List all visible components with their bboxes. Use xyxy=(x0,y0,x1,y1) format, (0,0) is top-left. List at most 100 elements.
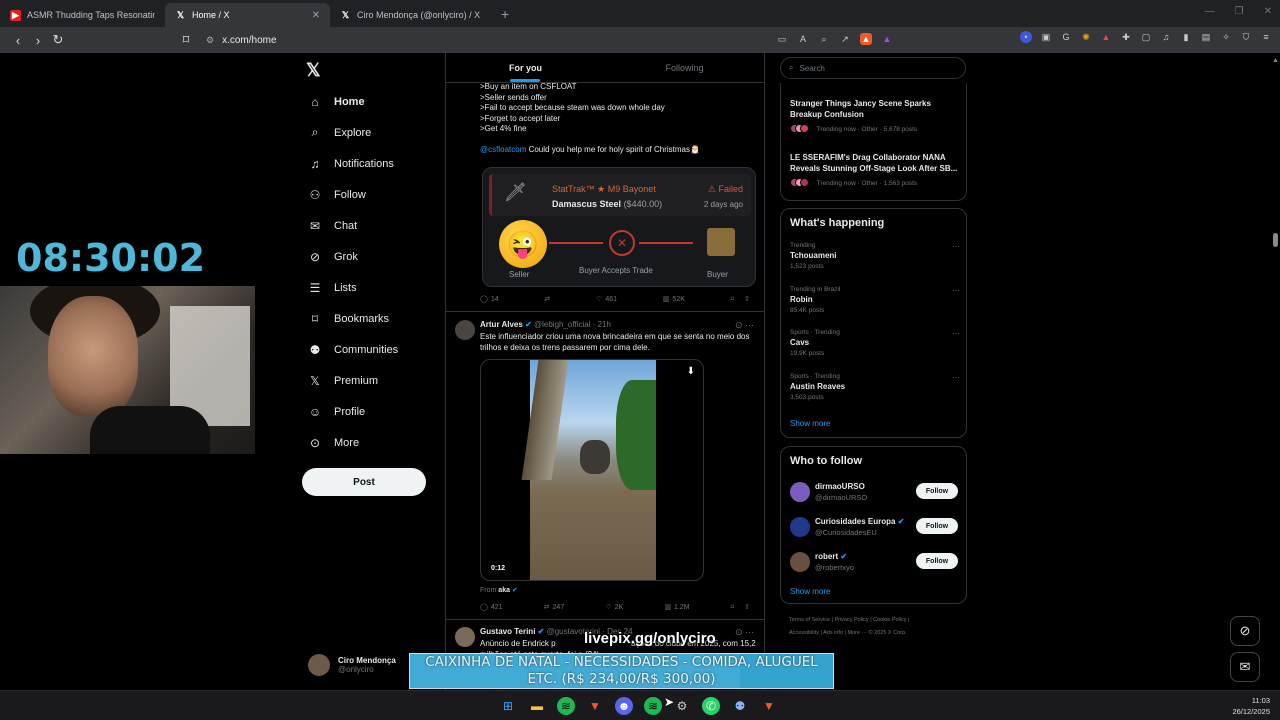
trend-item[interactable]: Sports · Trending Cavs 19.9K posts ··· xyxy=(790,329,960,357)
scrollbar-thumb[interactable] xyxy=(1273,233,1278,247)
more-icon[interactable]: ⊙ ··· xyxy=(735,627,754,638)
sidebar-item-more[interactable]: ⊙ More xyxy=(302,427,442,458)
spotify-icon[interactable]: ≋ xyxy=(557,697,575,715)
footer-line[interactable]: Terms of Service | Privacy Policy | Cook… xyxy=(789,614,969,627)
video-player[interactable]: 0:12 ⬇ xyxy=(480,359,704,581)
avatar[interactable] xyxy=(455,627,475,647)
views-button[interactable]: ▥ 52K xyxy=(663,295,685,304)
sidebar-item-premium[interactable]: 𝕏 Premium xyxy=(302,365,442,396)
brave-shield-icon[interactable]: ▲ xyxy=(860,33,872,45)
puzzle-icon[interactable]: ✚ xyxy=(1120,31,1132,43)
avatar[interactable] xyxy=(455,320,475,340)
discord-icon[interactable]: ☻ xyxy=(615,697,633,715)
more-icon[interactable]: ··· xyxy=(952,329,960,338)
search-input[interactable]: ⌕ Search xyxy=(780,57,966,79)
minimize-icon[interactable]: — xyxy=(1205,6,1215,17)
translate-icon[interactable]: A xyxy=(797,33,809,45)
show-more-link[interactable]: Show more xyxy=(790,419,830,428)
system-clock[interactable]: 11:03 26/12/2025 xyxy=(1232,695,1270,717)
extension-icon[interactable]: ✺ xyxy=(1080,31,1092,43)
reply-button[interactable]: ◯ 421 xyxy=(480,603,503,612)
forward-icon[interactable]: › xyxy=(28,33,48,48)
sidebar-item-grok[interactable]: ⊘ Grok xyxy=(302,241,442,272)
file-explorer-icon[interactable]: ▬ xyxy=(528,697,546,715)
follow-button[interactable]: Follow xyxy=(916,518,958,534)
repost-button[interactable]: ⇄ 247 xyxy=(544,603,565,612)
sidebar-item-notifications[interactable]: ♫ Notifications xyxy=(302,148,442,179)
new-tab-icon[interactable]: + xyxy=(501,6,509,22)
x-logo-icon[interactable]: 𝕏 xyxy=(306,60,321,81)
tab-for-you[interactable]: For you xyxy=(446,53,605,82)
steam-icon[interactable]: ⚉ xyxy=(731,697,749,715)
share-icon[interactable]: ↗ xyxy=(839,33,851,45)
from-name[interactable]: aka xyxy=(498,587,510,594)
spotify-icon[interactable]: ≋ xyxy=(644,697,662,715)
site-info-icon[interactable]: ⚙ xyxy=(206,35,214,46)
more-icon[interactable]: ··· xyxy=(952,242,960,251)
ai-icon[interactable]: ✧ xyxy=(1220,31,1232,43)
extension-icon[interactable]: • xyxy=(1020,31,1032,43)
download-icon[interactable]: ⬇ xyxy=(687,366,695,377)
brave-rewards-icon[interactable]: ▲ xyxy=(881,33,893,45)
sidebar-item-follow[interactable]: ⚇ Follow xyxy=(302,179,442,210)
like-button[interactable]: ♡ 2K xyxy=(605,603,623,612)
grok-fab-icon[interactable]: ⊘ xyxy=(1230,616,1260,646)
zoom-icon[interactable]: ⌕ xyxy=(818,33,830,45)
bookmark-button[interactable]: ⌑ ⇧ xyxy=(731,603,750,611)
sidebar-item-profile[interactable]: ☺ Profile xyxy=(302,396,442,427)
mention-link[interactable]: @csfloatcom xyxy=(480,145,526,154)
bookmark-page-icon[interactable]: ⌑ xyxy=(176,32,196,48)
reply-button[interactable]: ◯ 14 xyxy=(480,295,499,304)
whatsapp-icon[interactable]: ✆ xyxy=(702,697,720,715)
sidebar-icon[interactable]: ▮ xyxy=(1180,31,1192,43)
sidebar-item-home[interactable]: ⌂ Home xyxy=(302,86,442,117)
sidebar-item-chat[interactable]: ✉ Chat xyxy=(302,210,442,241)
page-scrollbar[interactable]: ▲ ▼ xyxy=(1270,53,1280,703)
vpn-icon[interactable]: ⛉ xyxy=(1240,31,1252,43)
music-icon[interactable]: ♫ xyxy=(1160,31,1172,43)
messages-fab-icon[interactable]: ✉ xyxy=(1230,652,1260,682)
sidebar-item-explore[interactable]: ⌕ Explore xyxy=(302,117,442,148)
tab-following[interactable]: Following xyxy=(605,53,764,82)
windows-start-icon[interactable]: ⊞ xyxy=(499,697,517,715)
brave-icon[interactable]: ▼ xyxy=(760,697,778,715)
browser-tab-home[interactable]: 𝕏 Home / X ✕ xyxy=(165,3,330,27)
extension-icon[interactable]: ▢ xyxy=(1140,31,1152,43)
extension-icon[interactable]: ▲ xyxy=(1100,31,1112,43)
sidebar-item-communities[interactable]: ⚉ Communities xyxy=(302,334,442,365)
show-more-link[interactable]: Show more xyxy=(790,587,830,596)
share-icon[interactable]: ⇧ xyxy=(744,295,750,303)
back-icon[interactable]: ‹ xyxy=(8,33,28,48)
follow-suggestion[interactable]: Curiosidades Europa ✔ @CuriosidadesEU Fo… xyxy=(790,514,958,542)
trend-item[interactable]: Trending in Brazil Robin 85.4K posts ··· xyxy=(790,286,960,314)
close-window-icon[interactable]: ✕ xyxy=(1264,6,1272,17)
trend-item[interactable]: Trending Tchouameni 1,523 posts ··· xyxy=(790,242,960,270)
trend-item[interactable]: Sports · Trending Austin Reaves 3,503 po… xyxy=(790,373,960,401)
sidebar-item-lists[interactable]: ☰ Lists xyxy=(302,272,442,303)
google-icon[interactable]: G xyxy=(1060,31,1072,43)
bookmark-button[interactable]: ⌑ ⇧ xyxy=(731,295,750,303)
post-button[interactable]: Post xyxy=(302,468,426,496)
wallet-icon[interactable]: ▤ xyxy=(1200,31,1212,43)
app-icon[interactable]: ⚙ xyxy=(673,697,691,715)
maximize-icon[interactable]: ❐ xyxy=(1235,6,1244,17)
extension-icon[interactable]: ▣ xyxy=(1040,31,1052,43)
browser-tab-profile[interactable]: 𝕏 Ciro Mendonça (@onlyciro) / X xyxy=(330,3,495,27)
account-switcher[interactable]: Ciro Mendonça @onlyciro xyxy=(308,654,396,676)
footer-line[interactable]: Accessibility | Ads info | More ··· © 20… xyxy=(789,627,969,640)
close-icon[interactable]: ✕ xyxy=(312,10,320,21)
like-button[interactable]: ♡ 461 xyxy=(596,295,617,304)
follow-button[interactable]: Follow xyxy=(916,553,958,569)
menu-icon[interactable]: ≡ xyxy=(1260,31,1272,43)
brave-icon[interactable]: ▼ xyxy=(586,697,604,715)
reload-icon[interactable]: ↻ xyxy=(48,32,68,48)
repost-button[interactable]: ⇄ xyxy=(544,295,550,303)
news-item[interactable]: LE SSERAFIM's Drag Collaborator NANA Rev… xyxy=(790,153,962,189)
more-icon[interactable]: ··· xyxy=(952,286,960,295)
news-item[interactable]: Stranger Things Jancy Scene Sparks Break… xyxy=(790,99,960,135)
browser-tab-asmr[interactable]: ▶ ASMR Thudding Taps Resonating in xyxy=(0,3,165,27)
csfloat-card[interactable]: 🗡 StatTrak™ ★ M9 Bayonet Damascus Steel … xyxy=(482,167,756,287)
more-icon[interactable]: ··· xyxy=(952,373,960,382)
share-icon[interactable]: ⇧ xyxy=(744,603,750,611)
sidebar-item-bookmarks[interactable]: ⌑ Bookmarks xyxy=(302,303,442,334)
